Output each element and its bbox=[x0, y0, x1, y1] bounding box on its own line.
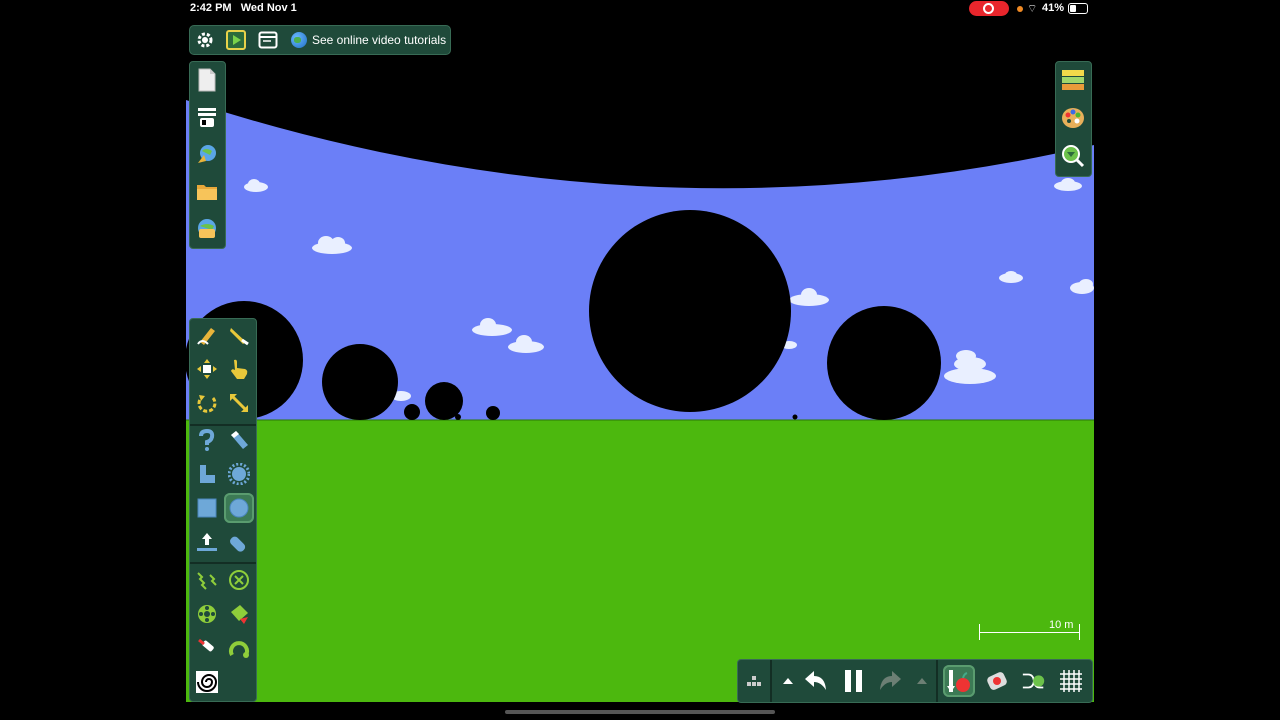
bottom-toolbar bbox=[737, 659, 1093, 703]
brush-tool-icon[interactable] bbox=[226, 427, 252, 453]
recording-indicator-icon bbox=[969, 1, 1009, 16]
scale-label: 10 m bbox=[1049, 619, 1074, 631]
drag-tool-icon[interactable] bbox=[226, 356, 252, 382]
new-scene-icon[interactable] bbox=[194, 67, 220, 93]
battery-percent: 41% bbox=[1042, 2, 1065, 14]
box-tool-icon[interactable] bbox=[194, 495, 220, 521]
tool-divider bbox=[190, 562, 256, 564]
file-panel bbox=[189, 61, 226, 249]
scene-list-icon[interactable] bbox=[194, 104, 220, 130]
grid-icon[interactable] bbox=[1058, 668, 1084, 694]
circle-object[interactable] bbox=[455, 414, 461, 420]
tracer-tool-icon[interactable] bbox=[194, 669, 220, 695]
erase-object-icon[interactable] bbox=[984, 668, 1010, 694]
spring-tool-icon[interactable] bbox=[194, 567, 220, 593]
pause-icon[interactable] bbox=[841, 668, 867, 694]
bar-divider bbox=[770, 660, 772, 702]
plane-tool-icon[interactable] bbox=[194, 529, 220, 555]
rotate-tool-icon[interactable] bbox=[194, 390, 220, 416]
layers-icon[interactable] bbox=[1060, 67, 1086, 93]
hinge-tool-icon[interactable] bbox=[226, 635, 252, 661]
palette-icon[interactable] bbox=[1060, 105, 1086, 131]
eraser-tool-icon[interactable] bbox=[226, 529, 252, 555]
top-toolbar: See online video tutorials bbox=[189, 25, 451, 55]
scene-svg bbox=[186, 60, 1094, 702]
thruster-tool-icon[interactable] bbox=[226, 601, 252, 627]
status-date: Wed Nov 1 bbox=[240, 2, 297, 14]
right-panel bbox=[1055, 61, 1092, 177]
circle-object[interactable] bbox=[589, 210, 791, 412]
mic-indicator-icon bbox=[1017, 6, 1023, 12]
circle-object[interactable] bbox=[792, 414, 798, 420]
status-time: 2:42 PM Wed Nov 1 bbox=[190, 2, 297, 14]
tool-panel bbox=[189, 318, 257, 702]
up-arrow-icon[interactable] bbox=[909, 668, 935, 694]
circle-object[interactable] bbox=[322, 344, 398, 420]
gravity-icon[interactable] bbox=[943, 665, 975, 697]
laser-tool-icon[interactable] bbox=[194, 635, 220, 661]
pencil-tool-icon[interactable] bbox=[194, 322, 220, 348]
globe-icon bbox=[291, 32, 307, 48]
circle-tool-icon[interactable] bbox=[224, 493, 254, 523]
folder-icon[interactable] bbox=[194, 178, 220, 204]
circle-object[interactable] bbox=[486, 406, 500, 420]
tutorial-label: See online video tutorials bbox=[312, 33, 447, 47]
wifi-icon: ⌔ bbox=[1027, 3, 1038, 15]
knife-tool-icon[interactable] bbox=[226, 322, 252, 348]
open-online-icon[interactable] bbox=[194, 141, 220, 167]
fixate-tool-icon[interactable] bbox=[226, 567, 252, 593]
tool-divider bbox=[190, 424, 256, 426]
window-icon[interactable] bbox=[257, 29, 279, 51]
simulation-canvas[interactable] bbox=[186, 60, 1094, 702]
status-bar: 2:42 PM Wed Nov 1 ⌔ 41% bbox=[0, 0, 1280, 18]
battery-icon bbox=[1068, 3, 1088, 14]
bar-divider bbox=[936, 660, 938, 702]
axle-tool-icon[interactable] bbox=[194, 601, 220, 627]
play-scene-icon[interactable] bbox=[225, 29, 247, 51]
circle-object[interactable] bbox=[827, 306, 941, 420]
settings-icon[interactable] bbox=[194, 29, 216, 51]
move-tool-icon[interactable] bbox=[194, 356, 220, 382]
home-indicator[interactable] bbox=[505, 710, 775, 714]
polygon-tool-icon[interactable] bbox=[194, 461, 220, 487]
scale-tool-icon[interactable] bbox=[226, 390, 252, 416]
chain-tool-icon[interactable] bbox=[194, 427, 220, 453]
grid-dots-icon[interactable] bbox=[741, 668, 767, 694]
save-online-icon[interactable] bbox=[194, 215, 220, 241]
gear-tool-icon[interactable] bbox=[226, 461, 252, 487]
redo-icon[interactable] bbox=[877, 668, 903, 694]
randomize-icon[interactable] bbox=[1021, 668, 1047, 694]
zoom-icon[interactable] bbox=[1060, 143, 1086, 169]
scale-bar bbox=[979, 624, 1080, 640]
video-tutorials-link[interactable]: See online video tutorials bbox=[291, 26, 446, 54]
circle-object[interactable] bbox=[404, 404, 420, 420]
undo-icon[interactable] bbox=[803, 668, 829, 694]
up-arrow-icon[interactable] bbox=[775, 668, 801, 694]
